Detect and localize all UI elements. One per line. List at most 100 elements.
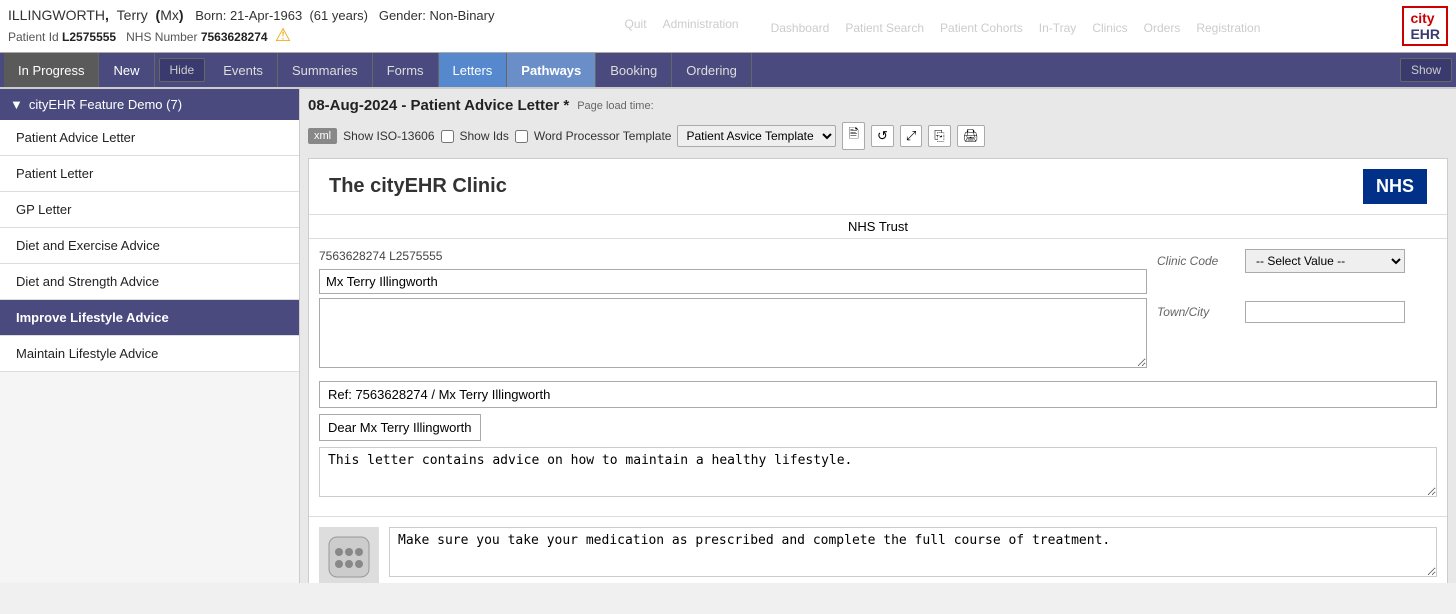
dashboard-link[interactable]: Dashboard	[771, 21, 830, 35]
address-left: 7563628274 L2575555	[319, 249, 1147, 371]
dob-label: Born:	[195, 8, 226, 23]
clinic-name: The cityEHR Clinic	[329, 175, 507, 198]
sidebar-item-diet-strength[interactable]: Diet and Strength Advice	[0, 264, 299, 300]
tab-new[interactable]: New	[99, 53, 154, 87]
medication-svg	[324, 532, 374, 582]
sidebar-item-gp-letter[interactable]: GP Letter	[0, 192, 299, 228]
letter-body: 7563628274 L2575555 Clinic Code -- Selec…	[309, 239, 1447, 516]
nhs-number-value: 7563628274	[201, 30, 268, 44]
refresh-icon-btn[interactable]: ↺	[871, 125, 894, 147]
show-button[interactable]: Show	[1400, 58, 1452, 82]
patient-info-block: ILLINGWORTH, Terry (Mx) Born: 21-Apr-196…	[8, 7, 494, 46]
sidebar-item-label: Diet and Strength Advice	[16, 274, 159, 289]
tab-in-progress[interactable]: In Progress	[4, 53, 99, 87]
top-nav-links: Quit Administration Dashboard Patient Se…	[625, 17, 1261, 35]
clinic-code-select[interactable]: -- Select Value --	[1245, 249, 1405, 273]
ref-line: Ref: 7563628274 / Mx Terry Illingworth	[319, 381, 1437, 408]
xml-button[interactable]: xml	[308, 128, 337, 144]
nhs-label: NHS Number	[126, 30, 197, 44]
registration-link[interactable]: Registration	[1196, 21, 1260, 35]
patient-ref-id: 7563628274 L2575555	[319, 249, 1147, 263]
patient-last-name: ILLINGWORTH	[8, 7, 105, 23]
quit-link[interactable]: Quit	[625, 17, 647, 35]
expand-icon-btn[interactable]: ⤢	[900, 125, 922, 147]
cityehr-logo: city EHR	[1402, 6, 1448, 46]
sidebar: ▼ cityEHR Feature Demo (7) Patient Advic…	[0, 89, 300, 583]
patient-id-value: L2575555	[62, 30, 116, 44]
dear-line: Dear Mx Terry Illingworth	[319, 414, 481, 441]
page-title-bar: 08-Aug-2024 - Patient Advice Letter * Pa…	[308, 97, 1448, 114]
patient-dob: 21-Apr-1963	[230, 8, 302, 23]
show-iso-checkbox[interactable]	[441, 130, 454, 143]
patient-ids: Patient Id L2575555 NHS Number 756362827…	[8, 25, 494, 46]
clinic-code-label: Clinic Code	[1157, 254, 1237, 268]
logo-city: city	[1410, 10, 1434, 26]
patient-id-label: Patient Id	[8, 30, 59, 44]
town-city-field[interactable]	[1245, 301, 1405, 323]
orders-link[interactable]: Orders	[1144, 21, 1181, 35]
address-textarea[interactable]	[319, 298, 1147, 368]
sidebar-item-maintain-lifestyle[interactable]: Maintain Lifestyle Advice	[0, 336, 299, 372]
warning-icon: ⚠	[275, 25, 291, 45]
patient-first-name: Terry	[117, 7, 148, 23]
patient-age: 61 years	[314, 8, 364, 23]
page-load-label: Page load time:	[577, 100, 653, 112]
medication-section: Make sure you take your medication as pr…	[309, 516, 1447, 583]
patient-cohorts-link[interactable]: Patient Cohorts	[940, 21, 1023, 35]
page-icon-btn[interactable]: 🖹	[842, 122, 864, 150]
letter-header: The cityEHR Clinic NHS	[309, 159, 1447, 215]
town-city-row: Town/City	[1157, 301, 1437, 323]
sidebar-item-label: Diet and Exercise Advice	[16, 238, 160, 253]
town-city-label: Town/City	[1157, 305, 1237, 319]
show-ids-label: Show Ids	[460, 129, 509, 143]
logo-ehr: EHR	[1410, 26, 1440, 42]
patient-name-field[interactable]	[319, 269, 1147, 294]
patient-name: ILLINGWORTH, Terry (Mx) Born: 21-Apr-196…	[8, 7, 494, 23]
tab-booking[interactable]: Booking	[596, 53, 672, 87]
patient-header: ILLINGWORTH, Terry (Mx) Born: 21-Apr-196…	[0, 0, 1456, 53]
main-area: ▼ cityEHR Feature Demo (7) Patient Advic…	[0, 89, 1456, 583]
sidebar-item-improve-lifestyle[interactable]: Improve Lifestyle Advice	[0, 300, 299, 336]
clinic-code-row: Clinic Code -- Select Value --	[1157, 249, 1437, 273]
tab-pathways[interactable]: Pathways	[507, 53, 596, 87]
tab-bar: In Progress New Hide Events Summaries Fo…	[0, 53, 1456, 89]
hide-button[interactable]: Hide	[159, 58, 206, 82]
administration-link[interactable]: Administration	[663, 17, 739, 35]
tab-letters[interactable]: Letters	[439, 53, 508, 87]
nhs-trust: NHS Trust	[309, 215, 1447, 239]
address-right: Clinic Code -- Select Value -- Town/City	[1157, 249, 1437, 371]
tab-summaries[interactable]: Summaries	[278, 53, 373, 87]
content-area: 08-Aug-2024 - Patient Advice Letter * Pa…	[300, 89, 1456, 583]
sidebar-header-label: cityEHR Feature Demo (7)	[29, 97, 182, 112]
sidebar-dropdown-icon: ▼	[10, 97, 23, 112]
medication-text-area[interactable]: Make sure you take your medication as pr…	[389, 527, 1437, 577]
page-title: 08-Aug-2024 - Patient Advice Letter *	[308, 97, 569, 114]
clinics-link[interactable]: Clinics	[1092, 21, 1127, 35]
copy-icon-btn[interactable]: ⎘	[928, 125, 950, 147]
medication-icon	[319, 527, 379, 583]
tab-ordering[interactable]: Ordering	[672, 53, 752, 87]
show-ids-checkbox[interactable]	[515, 130, 528, 143]
sidebar-item-label: GP Letter	[16, 202, 71, 217]
nhs-logo: NHS	[1363, 169, 1427, 204]
toolbar-row: xml Show ISO-13606 Show Ids Word Process…	[308, 122, 1448, 150]
patient-prefix: Mx	[160, 7, 179, 23]
sidebar-item-patient-advice-letter[interactable]: Patient Advice Letter	[0, 120, 299, 156]
letter-intro-textarea[interactable]: This letter contains advice on how to ma…	[319, 447, 1437, 497]
sidebar-item-patient-letter[interactable]: Patient Letter	[0, 156, 299, 192]
print-icon-btn[interactable]: 🖨	[957, 125, 986, 147]
tab-forms[interactable]: Forms	[373, 53, 439, 87]
tab-events[interactable]: Events	[209, 53, 278, 87]
sidebar-item-label: Patient Advice Letter	[16, 130, 135, 145]
sidebar-item-diet-exercise[interactable]: Diet and Exercise Advice	[0, 228, 299, 264]
gender-label: Gender:	[379, 8, 426, 23]
sidebar-item-label: Improve Lifestyle Advice	[16, 310, 169, 325]
sidebar-header[interactable]: ▼ cityEHR Feature Demo (7)	[0, 89, 299, 120]
template-select[interactable]: Patient Asvice Template	[677, 125, 836, 147]
patient-search-link[interactable]: Patient Search	[845, 21, 924, 35]
letter-frame: The cityEHR Clinic NHS NHS Trust 7563628…	[308, 158, 1448, 583]
sidebar-item-label: Maintain Lifestyle Advice	[16, 346, 158, 361]
in-tray-link[interactable]: In-Tray	[1039, 21, 1077, 35]
word-processor-label: Word Processor Template	[534, 129, 672, 143]
sidebar-item-label: Patient Letter	[16, 166, 93, 181]
